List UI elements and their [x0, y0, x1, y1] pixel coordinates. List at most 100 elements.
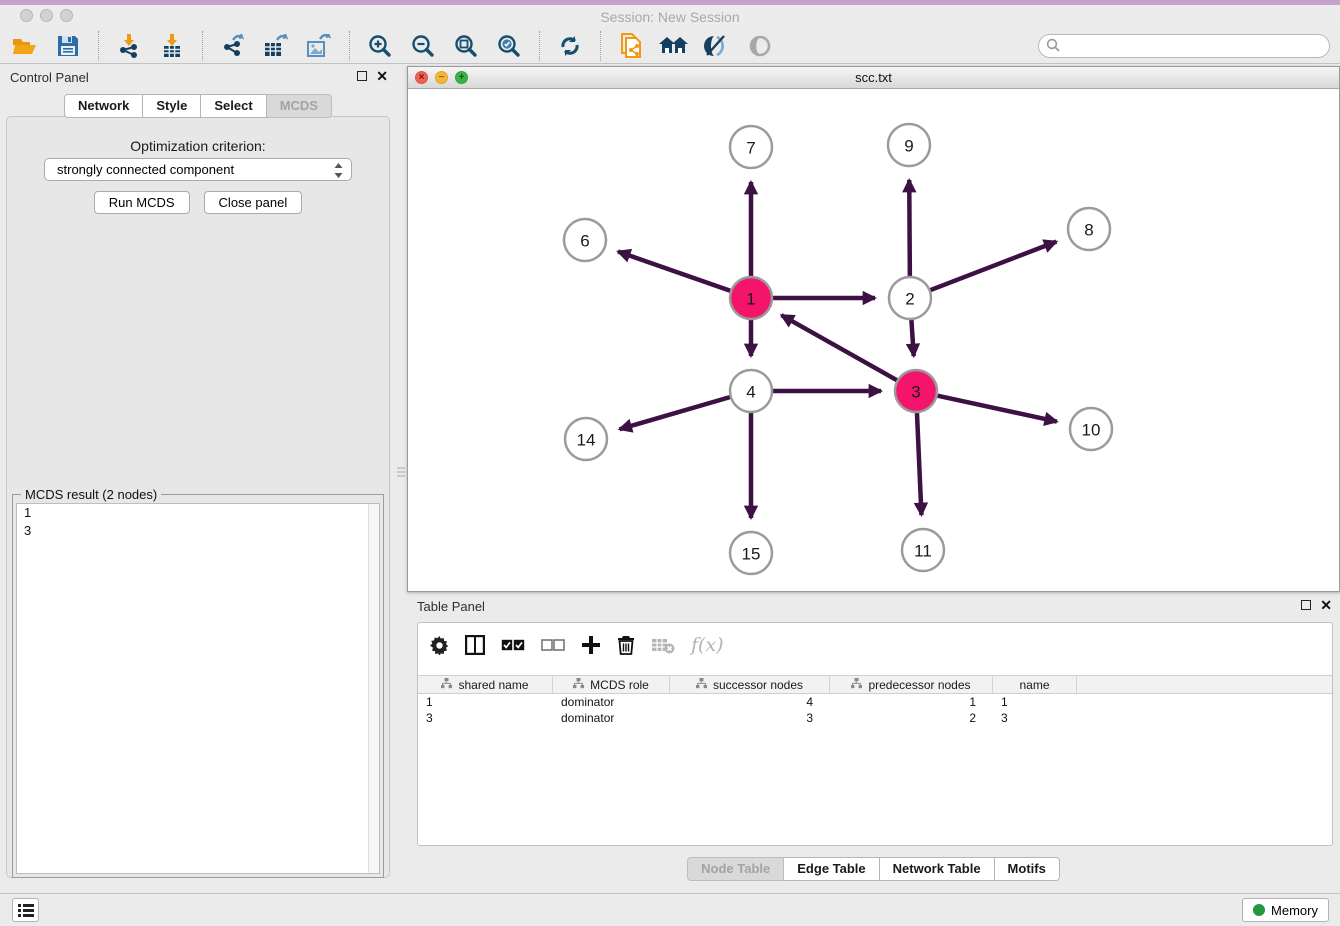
node-1[interactable]: 1 — [730, 277, 772, 319]
close-table-panel-icon[interactable]: ✕ — [1320, 599, 1332, 611]
session-title: Session: New Session — [0, 9, 1340, 25]
add-row-icon[interactable] — [581, 635, 601, 655]
import-network-icon[interactable] — [114, 31, 144, 61]
tab-select[interactable]: Select — [201, 94, 266, 118]
table-tab-motifs[interactable]: Motifs — [995, 857, 1060, 881]
edge-2-8[interactable] — [931, 242, 1057, 290]
delete-table-icon — [651, 637, 675, 654]
table-cell[interactable]: 1 — [993, 694, 1077, 710]
zoom-out-icon[interactable] — [408, 31, 438, 61]
column-header-MCDS-role[interactable]: MCDS role — [553, 676, 670, 693]
table-tab-network-table[interactable]: Network Table — [880, 857, 995, 881]
import-table-icon[interactable] — [157, 31, 187, 61]
export-image-icon[interactable] — [304, 31, 334, 61]
zoom-in-icon[interactable] — [365, 31, 395, 61]
table-row[interactable]: 1dominator411 — [418, 694, 1332, 710]
criterion-value: strongly connected component — [57, 162, 234, 177]
table-tab-node-table[interactable]: Node Table — [687, 857, 784, 881]
control-panel-tabbar: NetworkStyleSelectMCDS — [0, 94, 396, 118]
search-input[interactable] — [1038, 34, 1330, 58]
svg-text:2: 2 — [905, 290, 914, 309]
node-9[interactable]: 9 — [888, 124, 930, 166]
toolbar-separator — [202, 31, 203, 61]
network-canvas[interactable]: 1 2 3 4 6 7 8 9 10 11 14 15 — [408, 89, 1339, 591]
edge-3-10[interactable] — [937, 396, 1056, 422]
task-history-button[interactable] — [12, 898, 39, 922]
delete-row-icon[interactable] — [617, 635, 635, 655]
table-cell[interactable]: 3 — [418, 710, 553, 726]
float-table-panel-icon[interactable] — [1301, 600, 1311, 610]
table-header-row: shared nameMCDS role successor nodes prede… — [418, 675, 1332, 694]
table-cell[interactable]: dominator — [553, 710, 670, 726]
node-15[interactable]: 15 — [730, 532, 772, 574]
search-field-wrap — [1038, 34, 1330, 58]
refresh-icon[interactable] — [555, 31, 585, 61]
zoom-selected-icon[interactable] — [494, 31, 524, 61]
memory-status-dot — [1253, 904, 1265, 916]
tree-icon — [573, 678, 584, 692]
houses-icon[interactable] — [659, 31, 689, 61]
show-hide-graphics-icon[interactable] — [702, 31, 732, 61]
table-row[interactable]: 3dominator323 — [418, 710, 1332, 726]
node-10[interactable]: 10 — [1070, 408, 1112, 450]
column-header-predecessor-nodes[interactable]: predecessor nodes — [830, 676, 993, 693]
svg-text:10: 10 — [1082, 421, 1101, 440]
control-panel: Control Panel ✕ NetworkStyleSelectMCDS O… — [0, 66, 396, 881]
deselect-checks-icon[interactable] — [541, 639, 565, 652]
select-all-checks-icon[interactable] — [501, 639, 525, 652]
network-window-titlebar[interactable]: × − + scc.txt — [408, 67, 1339, 89]
tree-icon — [696, 678, 707, 692]
table-cell[interactable]: 2 — [830, 710, 993, 726]
table-cell[interactable]: 3 — [993, 710, 1077, 726]
save-session-icon[interactable] — [53, 31, 83, 61]
float-panel-icon[interactable] — [357, 71, 367, 81]
tab-mcds[interactable]: MCDS — [267, 94, 332, 118]
table-cell[interactable]: dominator — [553, 694, 670, 710]
column-header-shared-name[interactable]: shared name — [418, 676, 553, 693]
edge-2-9[interactable] — [909, 180, 910, 276]
tab-network[interactable]: Network — [64, 94, 143, 118]
node-4[interactable]: 4 — [730, 370, 772, 412]
svg-text:8: 8 — [1084, 221, 1093, 240]
node-3[interactable]: 3 — [895, 370, 937, 412]
table-cell[interactable]: 3 — [670, 710, 830, 726]
result-scrollbar[interactable] — [368, 504, 379, 873]
run-mcds-button[interactable]: Run MCDS — [94, 191, 190, 214]
node-7[interactable]: 7 — [730, 126, 772, 168]
table-cell[interactable]: 1 — [830, 694, 993, 710]
clone-network-icon[interactable] — [616, 31, 646, 61]
table-tab-edge-table[interactable]: Edge Table — [784, 857, 879, 881]
edge-1-6[interactable] — [618, 252, 730, 291]
node-8[interactable]: 8 — [1068, 208, 1110, 250]
node-2[interactable]: 2 — [889, 277, 931, 319]
svg-text:15: 15 — [742, 545, 761, 564]
close-panel-button[interactable]: Close panel — [204, 191, 303, 214]
memory-button[interactable]: Memory — [1242, 898, 1329, 922]
node-14[interactable]: 14 — [565, 418, 607, 460]
table-cell[interactable]: 4 — [670, 694, 830, 710]
node-6[interactable]: 6 — [564, 219, 606, 261]
tab-style[interactable]: Style — [143, 94, 201, 118]
node-11[interactable]: 11 — [902, 529, 944, 571]
gear-icon[interactable] — [430, 636, 449, 655]
edge-3-1[interactable] — [781, 315, 896, 380]
edge-3-11[interactable] — [917, 413, 921, 515]
column-header-name[interactable]: name — [993, 676, 1077, 693]
edge-2-3[interactable] — [911, 320, 913, 356]
table-toolbar: f(x) — [418, 623, 1332, 667]
zoom-fit-icon[interactable] — [451, 31, 481, 61]
criterion-select[interactable]: strongly connected component — [44, 158, 352, 181]
export-table-icon[interactable] — [261, 31, 291, 61]
edge-4-14[interactable] — [620, 397, 730, 429]
network-view-window: × − + scc.txt 1 2 3 4 6 7 8 9 10 11 14 15 — [407, 66, 1340, 592]
export-network-icon[interactable] — [218, 31, 248, 61]
table-cell[interactable]: 1 — [418, 694, 553, 710]
open-session-icon[interactable] — [10, 31, 40, 61]
mcds-result-list[interactable]: 13 — [16, 503, 380, 874]
column-label: successor nodes — [713, 678, 803, 692]
eye-icon[interactable] — [745, 31, 775, 61]
vertical-splitter-grip[interactable] — [397, 460, 405, 484]
column-header-successor-nodes[interactable]: successor nodes — [670, 676, 830, 693]
close-panel-icon[interactable]: ✕ — [376, 70, 388, 82]
columns-icon[interactable] — [465, 635, 485, 655]
